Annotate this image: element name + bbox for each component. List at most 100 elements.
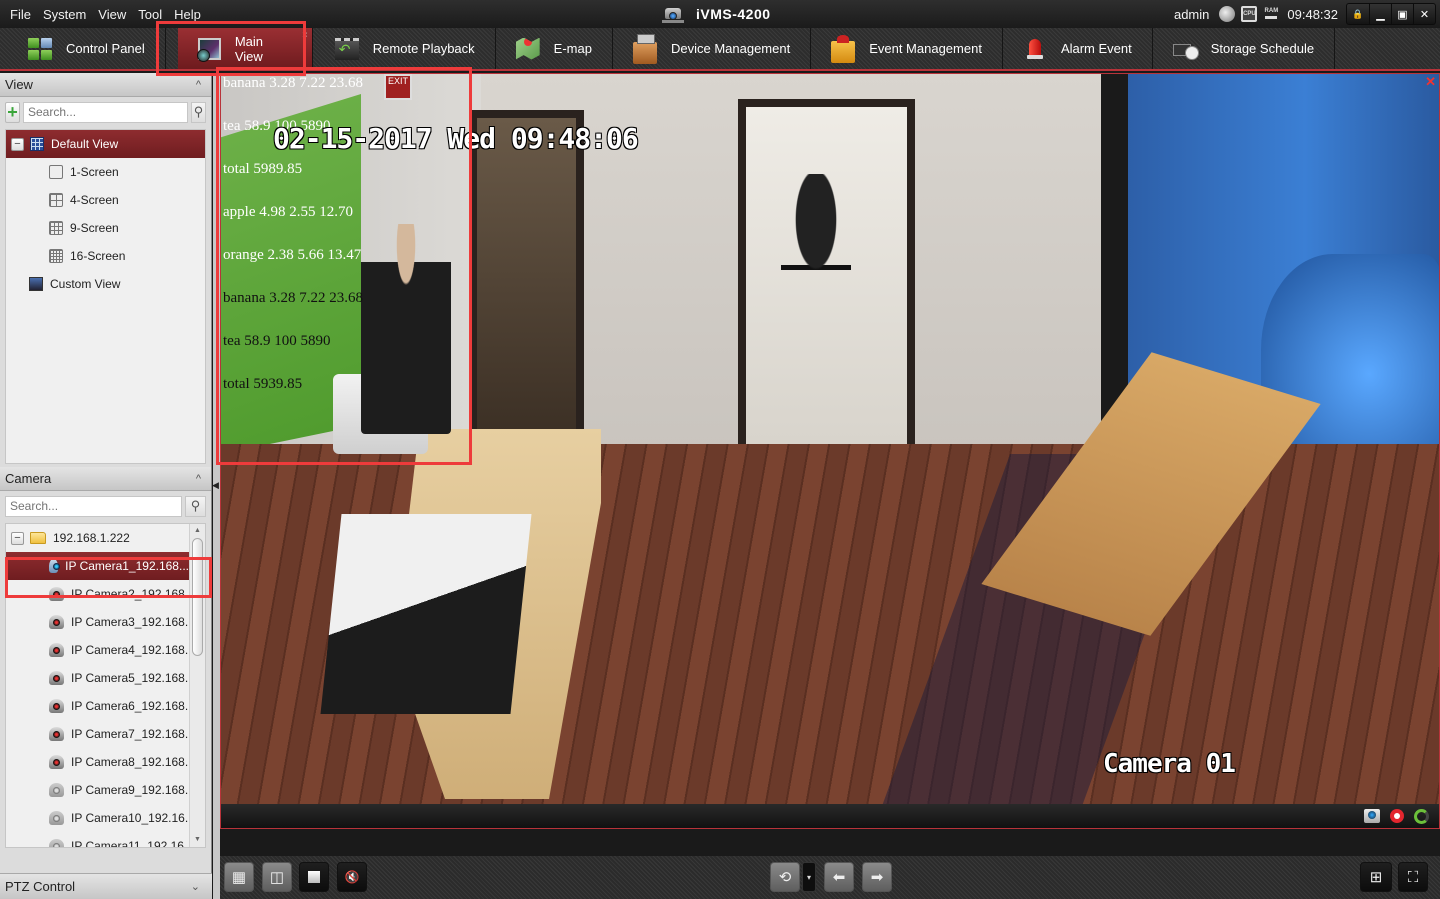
previous-page-button[interactable]: ⬅ (824, 862, 854, 892)
chevron-up-icon[interactable]: ^ (196, 79, 201, 91)
tree-item-label: 9-Screen (70, 221, 119, 235)
menu-system[interactable]: System (37, 7, 92, 22)
rotate-button[interactable]: ⟲ (770, 862, 800, 892)
dropdown-arrow-icon: ▾ (806, 872, 811, 882)
next-layout-button[interactable]: ◫ (262, 862, 292, 892)
tab-alarm-event[interactable]: Alarm Event (1003, 28, 1153, 69)
tree-item-16-screen[interactable]: 16-Screen (6, 242, 205, 270)
chevron-up-icon[interactable]: ^ (196, 473, 201, 485)
tab-event-management[interactable]: Event Management (811, 28, 1003, 69)
mute-button[interactable]: 🔇 (337, 862, 367, 892)
tree-item-device-group[interactable]: − 192.168.1.222 (6, 524, 205, 552)
pos-line: banana 3.28 7.22 23.68 (223, 75, 363, 91)
camera-online-icon (49, 643, 64, 657)
ram-icon[interactable]: RAM (1263, 6, 1279, 22)
stop-all-button[interactable] (299, 862, 329, 892)
view-search-input[interactable] (23, 101, 188, 123)
camera-item[interactable]: IP Camera4_192.168... (6, 636, 205, 664)
emap-icon (515, 37, 540, 60)
osd-datetime: 02-15-2017 Wed 09:48:06 (273, 122, 639, 155)
menu-help[interactable]: Help (168, 7, 207, 22)
tree-item-4-screen[interactable]: 4-Screen (6, 186, 205, 214)
tab-close-icon[interactable]: × (302, 30, 308, 41)
view-panel-header[interactable]: View ^ (0, 73, 211, 97)
camera-item[interactable]: IP Camera3_192.168... (6, 608, 205, 636)
camera-panel-header[interactable]: Camera ^ (0, 467, 211, 491)
window-division-button[interactable]: ⊞ (1360, 862, 1392, 892)
tab-emap[interactable]: E-map (496, 28, 613, 69)
tab-storage-schedule[interactable]: Storage Schedule (1153, 28, 1336, 69)
camera-label: IP Camera7_192.168... (71, 727, 195, 741)
menu-tool[interactable]: Tool (132, 7, 168, 22)
camera-label: IP Camera3_192.168... (71, 615, 195, 629)
cpu-icon[interactable]: CPU (1241, 6, 1258, 22)
record-icon[interactable] (1390, 809, 1404, 823)
camera-item[interactable]: IP Camera10_192.16... (6, 804, 205, 832)
snapshot-icon[interactable] (1364, 809, 1380, 823)
clock: 09:48:32 (1287, 6, 1338, 22)
pos-line: banana 3.28 7.22 23.68 (223, 290, 363, 306)
camera-label: IP Camera4_192.168... (71, 643, 195, 657)
camera-item[interactable]: IP Camera7_192.168... (6, 720, 205, 748)
scrollbar-thumb[interactable] (192, 538, 203, 656)
tree-item-9-screen[interactable]: 9-Screen (6, 214, 205, 242)
camera-search-input[interactable] (5, 495, 182, 517)
minimize-icon: ▁ (1376, 8, 1385, 21)
collapse-toggle-icon[interactable]: − (11, 531, 24, 545)
camera-search-button[interactable]: ⚲ (185, 495, 206, 517)
tab-main-view[interactable]: Main View × (177, 28, 313, 69)
collapse-toggle-icon[interactable]: − (11, 137, 24, 151)
tree-item-label: Custom View (50, 277, 121, 291)
next-page-button[interactable]: ➡ (862, 862, 892, 892)
tab-control-panel[interactable]: Control Panel (0, 28, 166, 69)
camera-offline-icon (49, 811, 64, 825)
minimize-button[interactable]: ▁ (1369, 4, 1391, 24)
camera-item[interactable]: IP Camera9_192.168... (6, 776, 205, 804)
event-management-icon (831, 34, 856, 63)
alarm-event-icon (1023, 38, 1047, 60)
lock-button[interactable]: 🔒 (1347, 4, 1369, 24)
camera-live-icon (49, 559, 61, 573)
tree-item-label: 4-Screen (70, 193, 119, 207)
tree-item-1-screen[interactable]: 1-Screen (6, 158, 205, 186)
tab-device-management[interactable]: Device Management (613, 28, 812, 69)
camera-tree-scrollbar[interactable]: ▲ ▼ (189, 524, 205, 847)
live-video-window[interactable]: EXIT banana 3.28 7.22 23.68 tea 58.9 100… (220, 73, 1440, 829)
lock-icon: 🔒 (1352, 8, 1364, 19)
camera-item[interactable]: IP Camera6_192.168... (6, 692, 205, 720)
rotate-dropdown[interactable]: ▾ (802, 862, 816, 892)
tab-remote-playback[interactable]: Remote Playback (313, 28, 496, 69)
menu-file[interactable]: File (4, 7, 37, 22)
previous-layout-button[interactable]: ▦ (224, 862, 254, 892)
pos-line: total 5939.85 (223, 376, 303, 392)
camera-item[interactable]: IP Camera5_192.168... (6, 664, 205, 692)
nine-screen-icon (49, 221, 63, 235)
camera-label: IP Camera5_192.168... (71, 671, 195, 685)
maximize-button[interactable]: ▣ (1391, 4, 1413, 24)
collapse-panel-icon[interactable]: ◀ (212, 480, 220, 492)
fullscreen-button[interactable]: ⛶ (1398, 862, 1428, 892)
close-video-icon[interactable]: ✕ (1425, 74, 1436, 90)
one-screen-icon (49, 165, 63, 179)
camera-item[interactable]: IP Camera2_192.168... (6, 580, 205, 608)
ivms-window: File System View Tool Help iVMS-4200 adm… (0, 0, 1440, 899)
instant-playback-icon[interactable] (1414, 808, 1429, 824)
tree-item-custom-view[interactable]: Custom View (6, 270, 205, 298)
camera-item[interactable]: IP Camera1_192.168... (6, 552, 189, 580)
close-button[interactable]: ✕ (1413, 4, 1435, 24)
scroll-down-icon[interactable]: ▼ (190, 833, 205, 847)
view-search-button[interactable]: ⚲ (191, 101, 206, 123)
left-panel: View ^ + ⚲ − Default View 1-Screen 4-Scr… (0, 73, 212, 899)
current-user[interactable]: admin (1174, 7, 1209, 22)
title-bar: File System View Tool Help iVMS-4200 adm… (0, 0, 1440, 28)
chevron-down-icon[interactable]: ⌄ (191, 880, 200, 893)
camera-online-icon (49, 699, 64, 713)
scroll-up-icon[interactable]: ▲ (190, 524, 205, 538)
camera-item[interactable]: IP Camera11_192.16... (6, 832, 205, 847)
menu-view[interactable]: View (92, 7, 132, 22)
ptz-panel-header[interactable]: PTZ Control ⌄ (0, 873, 212, 899)
camera-item[interactable]: IP Camera8_192.168... (6, 748, 205, 776)
network-globe-icon[interactable] (1219, 6, 1236, 22)
add-view-button[interactable]: + (5, 101, 20, 123)
tree-item-default-view[interactable]: − Default View (6, 130, 205, 158)
